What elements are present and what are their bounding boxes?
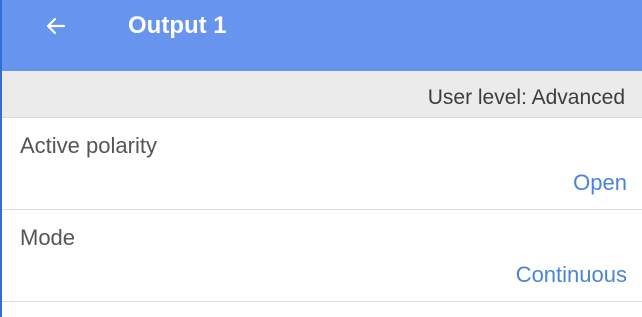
setting-row-mode[interactable]: Mode Continuous: [2, 210, 642, 302]
user-level-label: User level: Advanced: [427, 86, 625, 109]
bottom-strip: [2, 302, 642, 317]
mode-label: Mode: [20, 225, 76, 250]
active-polarity-label: Active polarity: [20, 133, 157, 158]
screen: Output 1 User level: Advanced Active pol…: [0, 0, 642, 317]
arrow-left-icon: [44, 14, 68, 38]
page-title: Output 1: [128, 12, 227, 39]
setting-row-active-polarity[interactable]: Active polarity Open: [2, 118, 642, 210]
back-button[interactable]: [42, 12, 70, 40]
mode-value: Continuous: [515, 262, 627, 287]
active-polarity-value: Open: [573, 170, 627, 195]
app-bar: Output 1: [2, 0, 642, 71]
user-level-bar: User level: Advanced: [2, 71, 642, 118]
